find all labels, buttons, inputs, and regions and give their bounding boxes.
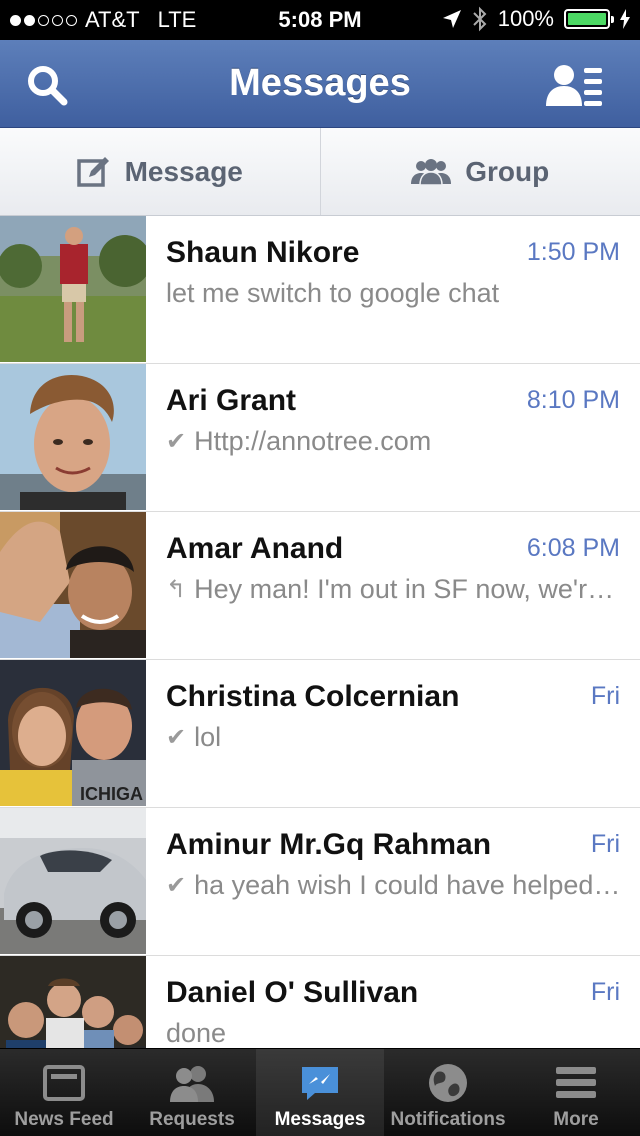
avatar: [0, 364, 146, 510]
compose-actions: Message Group: [0, 128, 640, 216]
thread-time: Fri: [590, 682, 620, 710]
friends-list-icon[interactable]: [544, 62, 604, 108]
check-icon: ✔: [166, 724, 187, 751]
menu-icon: [556, 1067, 596, 1098]
navigation-bar: Messages: [0, 40, 640, 128]
tab-messages[interactable]: Messages: [256, 1049, 384, 1136]
status-bar: AT&T LTE 5:08 PM 100%: [0, 0, 640, 40]
location-arrow-icon: [442, 10, 461, 28]
tab-label: Notifications: [390, 1109, 506, 1130]
tab-requests[interactable]: Requests: [128, 1049, 256, 1136]
battery-icon: [564, 9, 614, 29]
thread-name: Daniel O' Sullivan: [166, 976, 419, 1009]
messages-icon: [302, 1067, 338, 1100]
tab-notifications[interactable]: Notifications: [384, 1049, 512, 1136]
thread-snippet: ↰ Hey man! I'm out in SF now, we're at t…: [166, 574, 622, 605]
thread-snippet: done: [166, 1018, 622, 1048]
reply-icon: ↰: [166, 576, 187, 603]
tab-label: More: [553, 1109, 599, 1130]
status-right: 100%: [442, 6, 630, 32]
avatar: [0, 956, 146, 1048]
thread-name: Ari Grant: [166, 384, 297, 417]
thread-time: 6:08 PM: [526, 534, 620, 562]
thread-name: Shaun Nikore: [166, 236, 360, 269]
tab-label: Requests: [149, 1109, 235, 1130]
requests-icon: [170, 1066, 214, 1102]
snippet-text: ha yeah wish I could have helped more: [194, 870, 622, 900]
check-icon: ✔: [166, 428, 187, 455]
new-message-button[interactable]: Message: [0, 128, 320, 215]
globe-icon: [429, 1064, 467, 1102]
thread-row[interactable]: Aminur Mr.Gq Rahman Fri ✔ ha yeah wish I…: [0, 808, 640, 956]
avatar: [0, 216, 146, 362]
new-message-label: Message: [124, 155, 243, 187]
new-group-button[interactable]: Group: [319, 128, 640, 215]
check-icon: ✔: [166, 872, 187, 899]
group-icon: [411, 158, 452, 186]
bluetooth-icon: [473, 6, 487, 32]
tab-more[interactable]: More: [512, 1049, 640, 1136]
tab-news-feed[interactable]: News Feed: [0, 1049, 128, 1136]
thread-snippet: ✔ ha yeah wish I could have helped more: [166, 870, 622, 901]
thread-row[interactable]: ICHIGA Christina Colcernian Fri ✔ lol: [0, 660, 640, 808]
snippet-text: done: [166, 1018, 227, 1048]
avatar: [0, 512, 146, 658]
charging-bolt-icon: [620, 9, 630, 29]
thread-snippet: ✔ Http://annotree.com: [166, 426, 622, 457]
thread-time: Fri: [590, 830, 620, 858]
thread-name: Christina Colcernian: [166, 680, 460, 713]
avatar: [0, 808, 146, 954]
compose-icon: [76, 156, 109, 187]
thread-row[interactable]: Ari Grant 8:10 PM ✔ Http://annotree.com: [0, 364, 640, 512]
thread-row[interactable]: Daniel O' Sullivan Fri done: [0, 956, 640, 1048]
new-group-label: Group: [465, 155, 550, 187]
tab-label: News Feed: [14, 1109, 114, 1130]
snippet-text: lol: [194, 722, 222, 752]
thread-name: Aminur Mr.Gq Rahman: [166, 828, 492, 861]
thread-time: 1:50 PM: [526, 238, 620, 266]
svg-text:ICHIGA: ICHIGA: [80, 784, 143, 804]
thread-row[interactable]: Shaun Nikore 1:50 PM let me switch to go…: [0, 216, 640, 364]
avatar: ICHIGA: [0, 660, 146, 806]
thread-snippet: ✔ lol: [166, 722, 622, 753]
snippet-text: Http://annotree.com: [194, 426, 432, 456]
battery-percent: 100%: [497, 6, 554, 31]
message-thread-list[interactable]: Shaun Nikore 1:50 PM let me switch to go…: [0, 216, 640, 1048]
tab-bar: News Feed Requests Messages Notification…: [0, 1048, 640, 1136]
news-feed-icon: [43, 1065, 85, 1101]
tab-label: Messages: [274, 1109, 366, 1130]
thread-time: Fri: [590, 978, 620, 1006]
thread-name: Amar Anand: [166, 532, 344, 565]
snippet-text: let me switch to google chat: [166, 278, 500, 308]
thread-time: 8:10 PM: [526, 386, 620, 414]
thread-row[interactable]: Amar Anand 6:08 PM ↰ Hey man! I'm out in…: [0, 512, 640, 660]
snippet-text: Hey man! I'm out in SF now, we're at the…: [194, 574, 622, 604]
thread-snippet: let me switch to google chat: [166, 278, 622, 309]
